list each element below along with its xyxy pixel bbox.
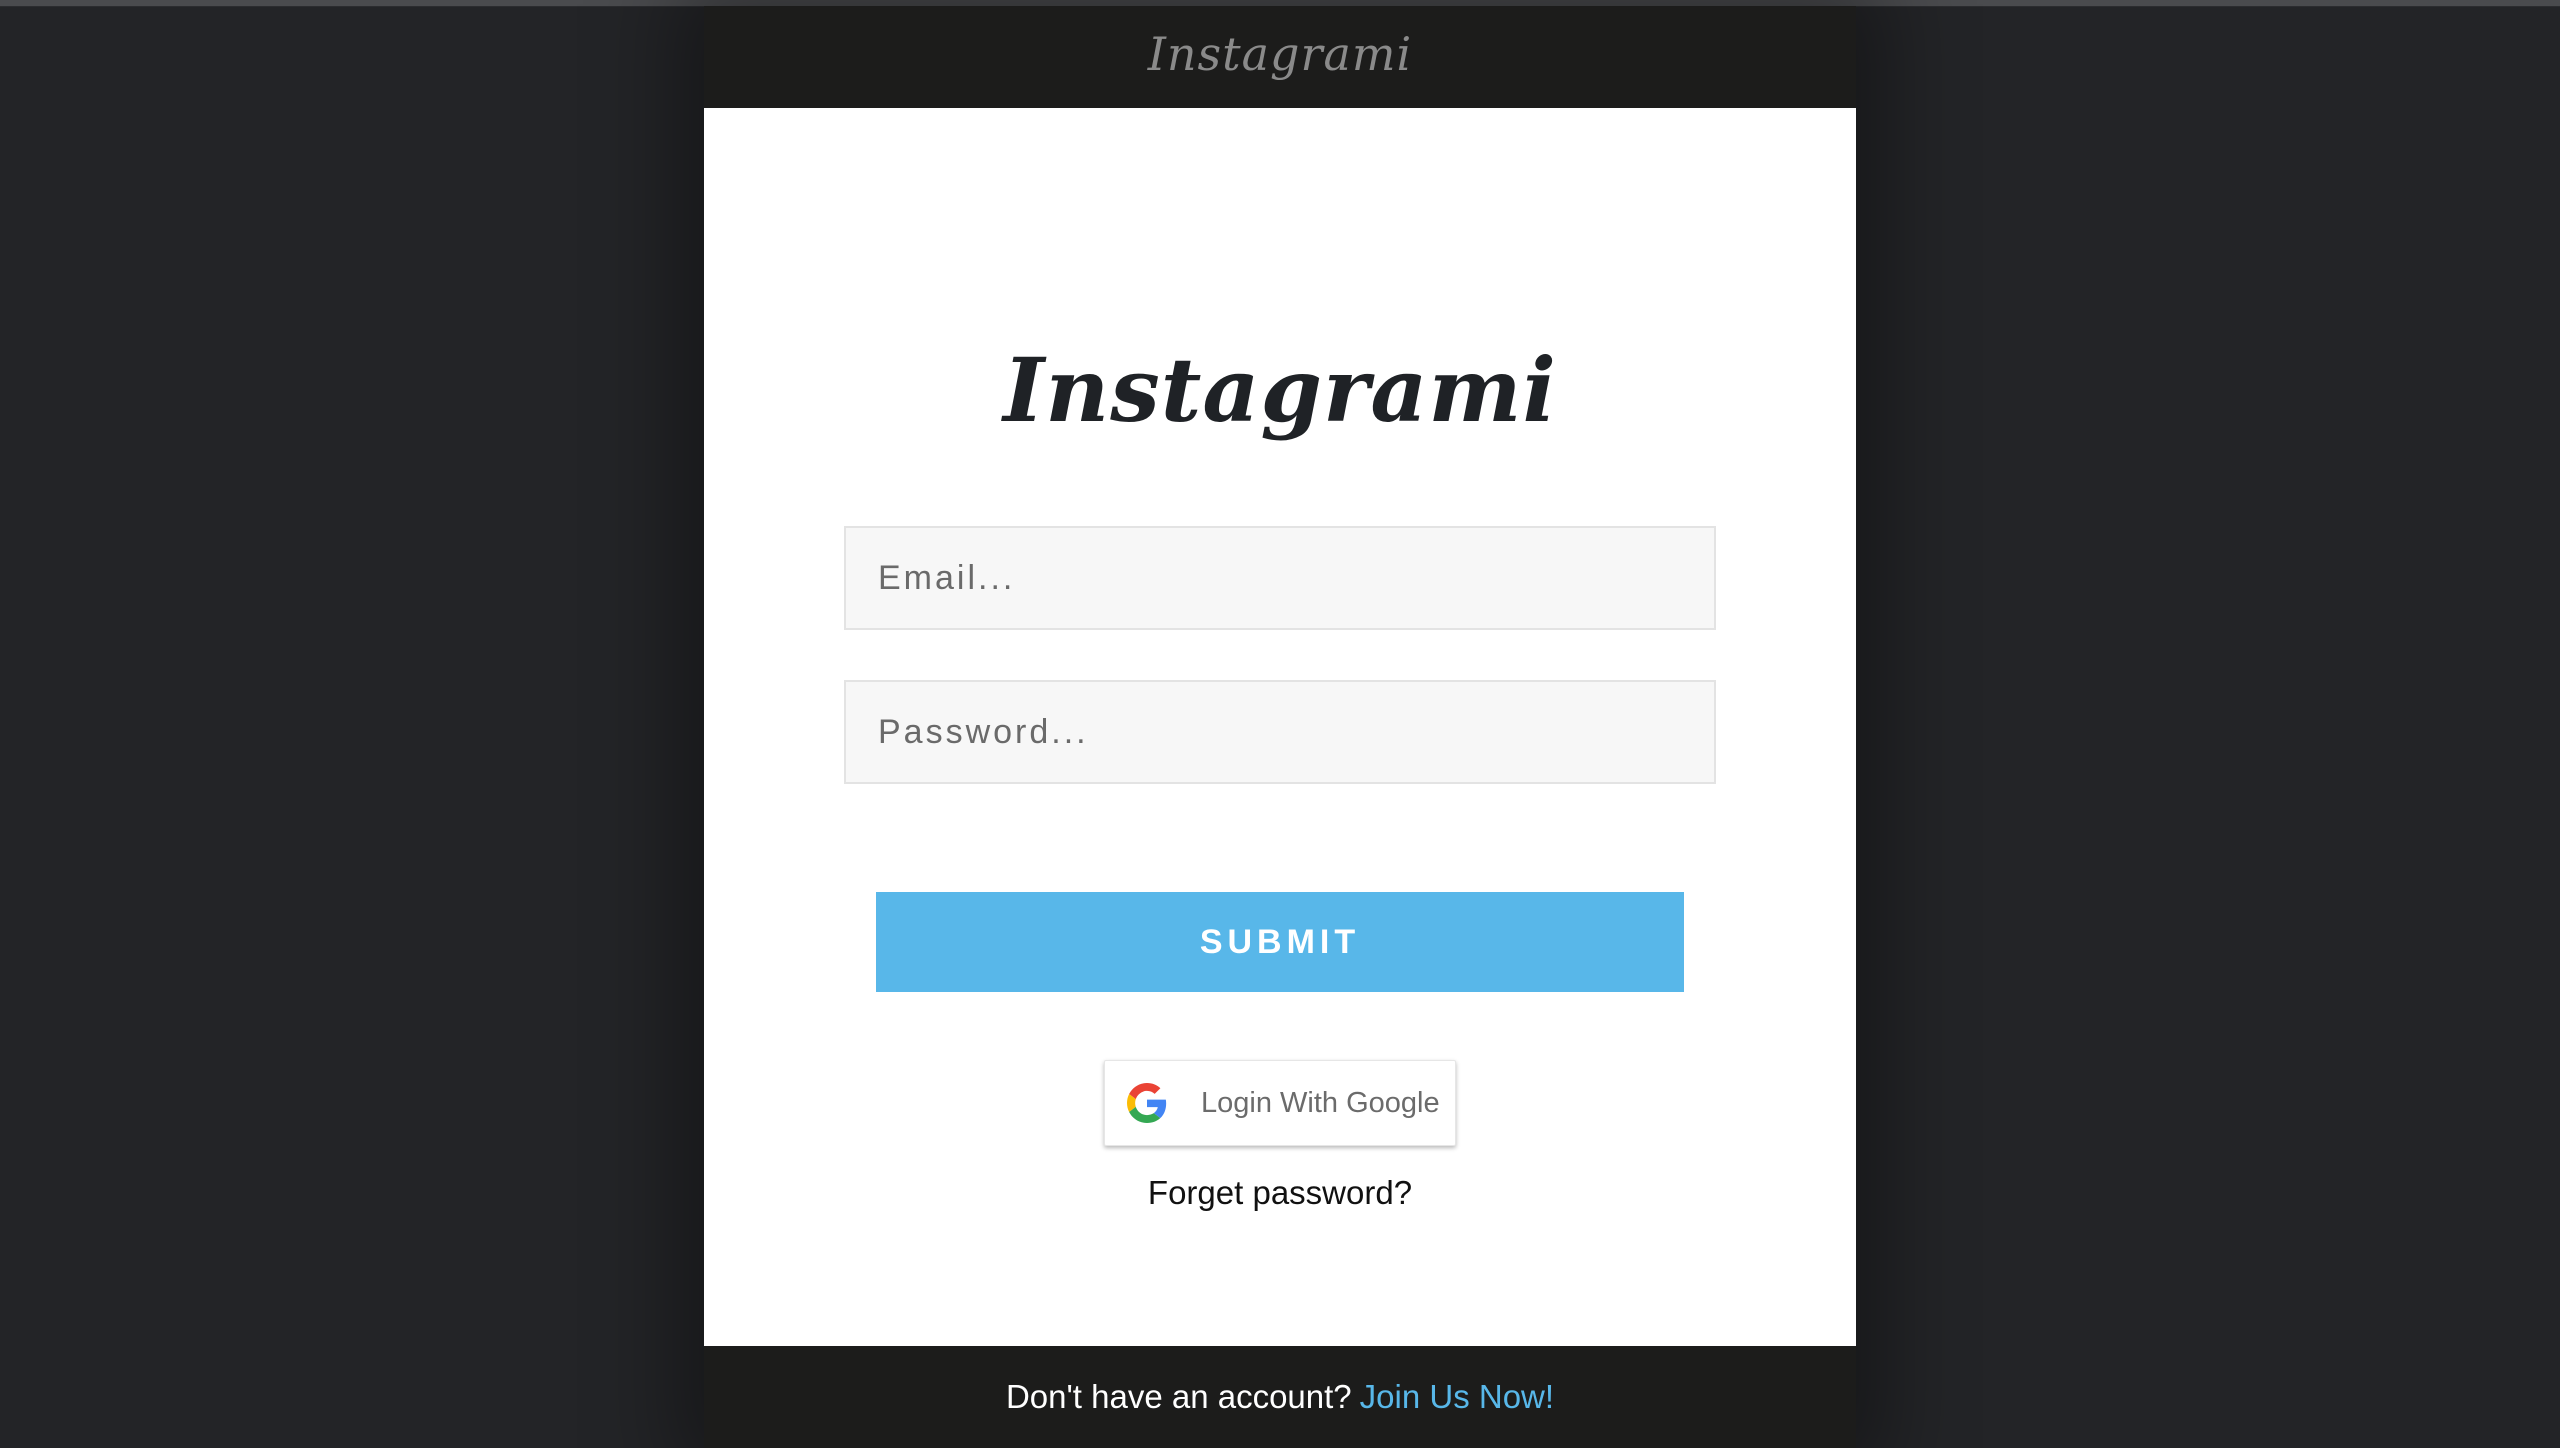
- google-login-button[interactable]: Login With Google: [1104, 1060, 1456, 1146]
- login-logo: Instagrami: [1003, 338, 1557, 442]
- navbar-brand[interactable]: Instagrami: [1148, 27, 1413, 81]
- footer: Don't have an account? Join Us Now!: [704, 1346, 1856, 1448]
- navbar: Instagrami: [704, 6, 1856, 108]
- app-container: Instagrami Instagrami SUBMIT Login With …: [704, 6, 1856, 1448]
- submit-button[interactable]: SUBMIT: [876, 892, 1684, 992]
- email-input[interactable]: [844, 526, 1716, 630]
- join-us-link[interactable]: Join Us Now!: [1360, 1378, 1554, 1416]
- login-card: Instagrami SUBMIT Login With Google Forg…: [704, 108, 1856, 1346]
- password-input[interactable]: [844, 680, 1716, 784]
- google-g-icon: [1127, 1083, 1167, 1123]
- footer-prompt: Don't have an account?: [1005, 1378, 1352, 1415]
- forget-password-link[interactable]: Forget password?: [704, 1174, 1856, 1212]
- google-login-label: Login With Google: [1201, 1086, 1440, 1119]
